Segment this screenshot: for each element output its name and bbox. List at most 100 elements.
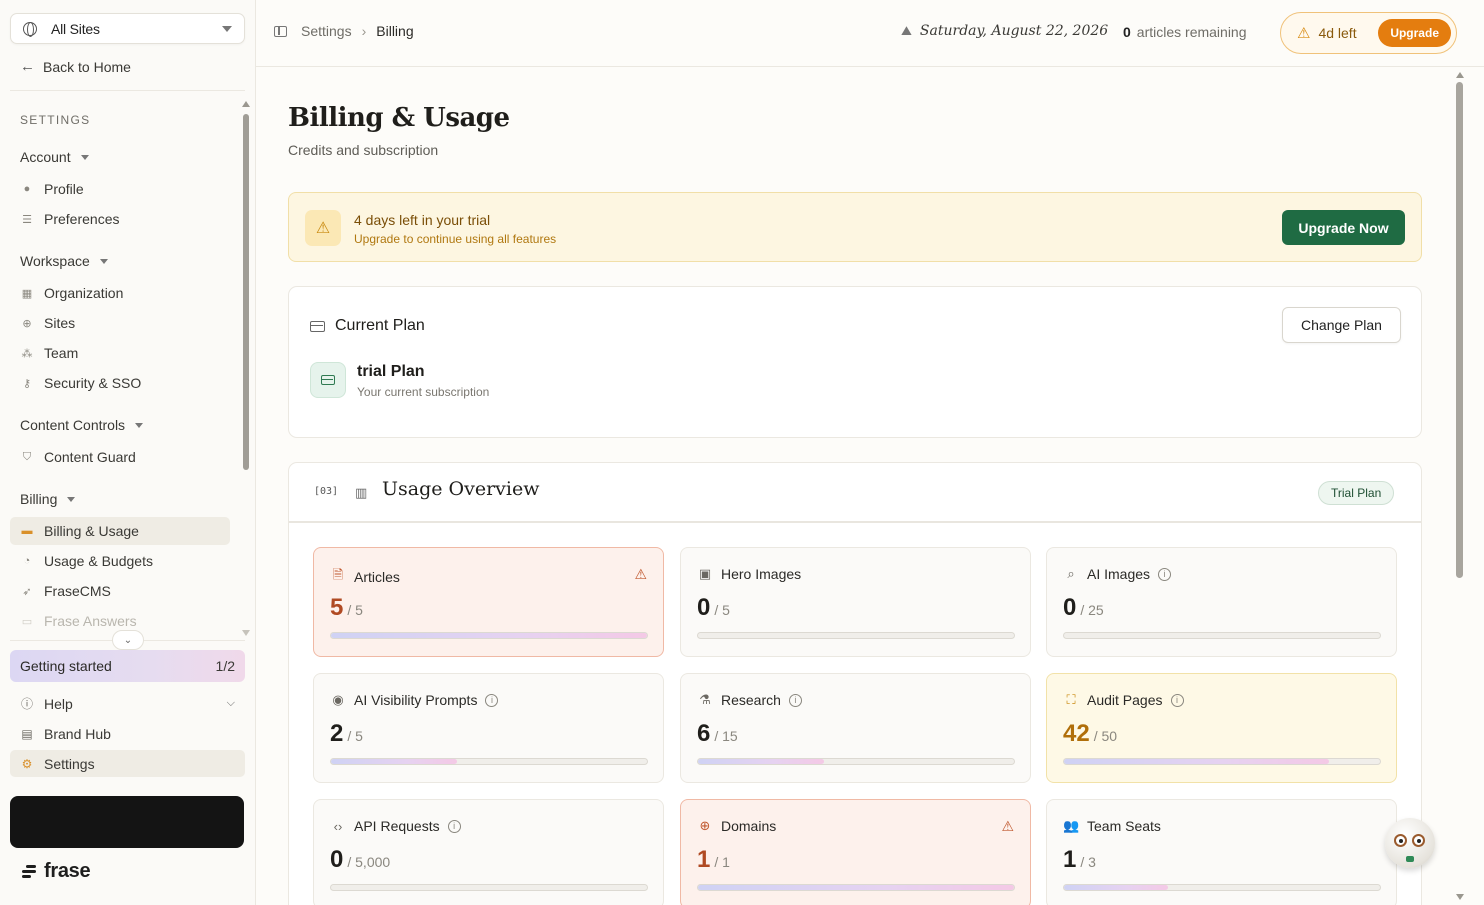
- usage-tile-value: 1/ 3: [1063, 846, 1096, 874]
- info-icon[interactable]: i: [485, 693, 499, 707]
- trial-status-pill[interactable]: ⚠ 4d left Upgrade: [1280, 12, 1457, 54]
- usage-limit: / 3: [1080, 854, 1096, 870]
- sidebar-item-sites[interactable]: ⊕ Sites: [10, 309, 230, 337]
- usage-tile-header: ⛶ Audit Pages i: [1063, 692, 1184, 708]
- group-account-label: Account: [20, 149, 71, 165]
- usage-tile-header: ⚗ Research i: [697, 692, 802, 708]
- sidebar-item-frasecms[interactable]: ➶ FraseCMS: [10, 577, 230, 605]
- sidebar-scrollbar[interactable]: [243, 114, 249, 470]
- usage-tile-header: ▣ Hero Images: [697, 566, 801, 582]
- main-scrollbar[interactable]: [1456, 82, 1463, 578]
- usage-tile-header: ⊕ Domains: [697, 818, 777, 834]
- usage-progress-bar: [697, 632, 1015, 639]
- plan-description: Your current subscription: [357, 385, 490, 399]
- usage-tile-name: API Requests: [354, 818, 440, 834]
- scroll-up-arrow[interactable]: [242, 101, 250, 107]
- frase-logo[interactable]: frase: [22, 860, 91, 883]
- group-billing[interactable]: Billing: [20, 491, 76, 507]
- scroll-down-arrow[interactable]: [242, 630, 250, 636]
- assistant-mascot-button[interactable]: [1385, 818, 1435, 868]
- usage-tile-header: ‹› API Requests i: [330, 818, 461, 834]
- user-icon: ●: [23, 183, 31, 195]
- sidebar-item-brand-hub[interactable]: ▤ Brand Hub: [10, 720, 245, 747]
- usage-progress-bar: [697, 758, 1015, 765]
- mascot-tie: [1406, 856, 1414, 862]
- main-content: Billing & Usage Credits and subscription…: [256, 68, 1484, 905]
- back-to-home-label: Back to Home: [43, 58, 131, 75]
- info-icon[interactable]: i: [447, 819, 461, 833]
- usage-used: 1: [1063, 846, 1077, 873]
- chevron-right-icon: ›: [361, 23, 367, 39]
- building-icon: ▦: [21, 287, 33, 300]
- usage-tile-name: Articles: [354, 569, 400, 585]
- sidebar-item-content-guard[interactable]: ⛉ Content Guard: [10, 443, 230, 471]
- group-account[interactable]: Account: [20, 149, 89, 165]
- breadcrumb-current: Billing: [376, 23, 414, 39]
- usage-tile-ai-images: ⌕ AI Images i 0/ 25: [1046, 547, 1397, 657]
- sidebar-item-security[interactable]: ⚷ Security & SSO: [10, 369, 230, 397]
- usage-limit: / 50: [1093, 728, 1118, 744]
- getting-started-button[interactable]: Getting started 1/2: [10, 650, 245, 682]
- group-billing-label: Billing: [20, 491, 58, 507]
- page-title: Billing & Usage: [288, 103, 510, 133]
- scroll-down-arrow[interactable]: [1456, 894, 1464, 900]
- breadcrumb-parent[interactable]: Settings: [301, 23, 352, 39]
- warning-icon: ⚠: [1297, 25, 1311, 42]
- getting-started-label: Getting started: [20, 658, 112, 674]
- promo-panel[interactable]: [10, 796, 244, 848]
- sidebar-toggle-icon[interactable]: [274, 25, 287, 37]
- page-subtitle: Credits and subscription: [288, 142, 439, 158]
- expand-nav-button[interactable]: ⌄: [112, 630, 144, 650]
- sidebar-item-usage-budgets[interactable]: ◔ Usage & Budgets: [10, 547, 230, 575]
- sidebar-item-label: Content Guard: [44, 449, 136, 465]
- group-content-controls[interactable]: Content Controls: [20, 417, 144, 433]
- usage-progress-bar: [1063, 758, 1381, 765]
- sidebar-item-settings[interactable]: ⚙ Settings: [10, 750, 245, 777]
- usage-limit: / 5,000: [347, 854, 391, 870]
- usage-tile-name: Domains: [721, 818, 777, 834]
- globe-icon: ⊕: [699, 818, 711, 833]
- group-workspace[interactable]: Workspace: [20, 253, 108, 269]
- sidebar-item-label: Frase Answers: [44, 613, 137, 629]
- sidebar-item-preferences[interactable]: ☰ Preferences: [10, 205, 230, 233]
- caret-down-icon: [67, 496, 76, 502]
- site-selector-label: All Sites: [51, 20, 100, 37]
- sliders-icon: ☰: [22, 213, 32, 226]
- usage-tile-api-requests: ‹› API Requests i 0/ 5,000: [313, 799, 664, 905]
- sidebar-item-organization[interactable]: ▦ Organization: [10, 279, 230, 307]
- sidebar-item-frase-answers[interactable]: ▭ Frase Answers: [10, 607, 230, 630]
- usage-tile-team-seats: 👥 Team Seats 1/ 3: [1046, 799, 1397, 905]
- group-workspace-label: Workspace: [20, 253, 90, 269]
- usage-used: 42: [1063, 720, 1090, 747]
- sidebar-item-help[interactable]: ⓘ Help ⌵: [10, 690, 245, 717]
- usage-progress-bar: [1063, 884, 1381, 891]
- usage-progress-fill: [1064, 885, 1169, 890]
- sidebar-item-profile[interactable]: ● Profile: [10, 175, 230, 203]
- current-plan-heading: Current Plan: [310, 317, 425, 335]
- credit-card-icon: ▬: [21, 525, 33, 537]
- usage-tile-name: AI Visibility Prompts: [354, 692, 478, 708]
- plan-name: trial Plan: [357, 363, 425, 380]
- search-icon: ⌕: [1067, 566, 1075, 581]
- sidebar-item-billing-usage[interactable]: ▬ Billing & Usage: [10, 517, 230, 545]
- change-plan-button[interactable]: Change Plan: [1282, 307, 1401, 343]
- section-index: [03]: [314, 486, 339, 497]
- scroll-up-arrow[interactable]: [1456, 72, 1464, 78]
- usage-tile-name: AI Images: [1087, 566, 1151, 582]
- info-icon[interactable]: i: [1170, 693, 1184, 707]
- site-selector[interactable]: All Sites: [10, 13, 245, 44]
- divider: [10, 90, 245, 91]
- info-icon[interactable]: i: [788, 693, 802, 707]
- usage-overview-header: [03] ▥ Usage Overview Trial Plan: [289, 463, 1421, 523]
- getting-started-count: 1/2: [215, 658, 235, 674]
- gear-icon: ⚙: [21, 756, 33, 771]
- warning-icon: ⚠: [305, 210, 341, 246]
- upgrade-now-button[interactable]: Upgrade Now: [1282, 210, 1405, 245]
- back-to-home-link[interactable]: ← Back to Home: [20, 58, 131, 75]
- upgrade-button[interactable]: Upgrade: [1378, 19, 1451, 47]
- usage-tile-header: ⌕ AI Images i: [1063, 566, 1172, 582]
- articles-remaining-label: articles remaining: [1136, 24, 1247, 40]
- chevron-down-icon: ⌵: [226, 697, 235, 709]
- info-icon[interactable]: i: [1158, 567, 1172, 581]
- sidebar-item-team[interactable]: ⁂ Team: [10, 339, 230, 367]
